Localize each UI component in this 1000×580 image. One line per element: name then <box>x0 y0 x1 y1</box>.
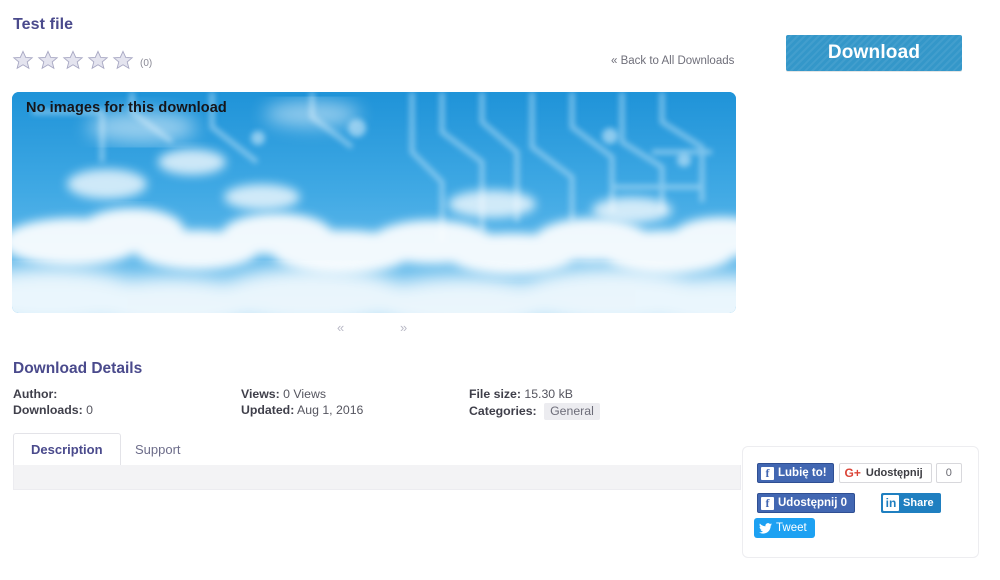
detail-value: Aug 1, 2016 <box>297 403 364 417</box>
detail-value: 0 Views <box>283 387 326 401</box>
social-row-twitter: Tweet <box>754 518 815 538</box>
detail-label: Updated: <box>241 403 295 417</box>
banner-caption: No images for this download <box>26 100 227 116</box>
back-to-all-downloads-link[interactable]: « Back to All Downloads <box>611 55 734 67</box>
detail-views: Views: 0 Views <box>241 387 469 402</box>
twitter-tweet-button[interactable]: Tweet <box>754 518 815 538</box>
gallery-prev-arrow[interactable]: « <box>337 320 344 336</box>
star-icon[interactable] <box>12 49 34 71</box>
star-icon[interactable] <box>62 49 84 71</box>
download-details-grid: Author: Downloads: 0 Views: 0 Views Upda… <box>13 387 743 421</box>
star-rating[interactable]: (0) <box>12 49 152 71</box>
download-details-heading: Download Details <box>13 360 143 377</box>
linkedin-share-label: Share <box>903 497 934 509</box>
linkedin-share-button[interactable]: in Share <box>881 493 941 513</box>
detail-label: Views: <box>241 387 280 401</box>
google-plus-icon: G+ <box>844 466 861 480</box>
twitter-tweet-label: Tweet <box>776 522 807 534</box>
tab-panel-description <box>13 465 741 490</box>
page-title: Test file <box>13 16 74 33</box>
download-button[interactable]: Download <box>786 35 962 71</box>
star-icon[interactable] <box>37 49 59 71</box>
category-badge-general[interactable]: General <box>544 403 600 420</box>
social-row-secondary: f Udostępnij 0 in Share <box>757 493 941 513</box>
social-row-primary: f Lubię to! G+ Udostępnij 0 <box>757 463 962 483</box>
twitter-bird-icon <box>759 522 772 534</box>
content-tabs: Description Support <box>13 433 743 465</box>
detail-author: Author: <box>13 387 241 402</box>
facebook-share-label: Udostępnij 0 <box>778 497 848 509</box>
detail-downloads: Downloads: 0 <box>13 403 241 418</box>
detail-updated: Updated: Aug 1, 2016 <box>241 403 469 418</box>
tab-description[interactable]: Description <box>13 433 121 465</box>
facebook-icon: f <box>761 466 774 480</box>
facebook-like-label: Lubię to! <box>778 467 827 479</box>
details-column-filesize: File size: 15.30 kB Categories: General <box>469 387 743 421</box>
download-detail-page: Test file (0) « Back to All Downloads Do… <box>0 0 1000 580</box>
star-icon[interactable] <box>112 49 134 71</box>
google-plus-count: 0 <box>935 463 962 483</box>
detail-value: 15.30 kB <box>524 387 573 401</box>
detail-categories: Categories: General <box>469 403 743 420</box>
detail-label: File size: <box>469 387 521 401</box>
gallery-next-arrow[interactable]: » <box>400 320 407 336</box>
details-column-views: Views: 0 Views Updated: Aug 1, 2016 <box>241 387 469 421</box>
facebook-share-button[interactable]: f Udostępnij 0 <box>757 493 856 513</box>
google-plus-share-button[interactable]: G+ Udostępnij <box>838 463 932 483</box>
detail-label: Author: <box>13 387 58 401</box>
banner-image: No images for this download <box>12 92 736 313</box>
facebook-like-button[interactable]: f Lubię to! <box>757 463 834 483</box>
linkedin-icon: in <box>883 495 900 511</box>
details-column-author: Author: Downloads: 0 <box>13 387 241 421</box>
gallery-navigation: « » <box>12 320 736 338</box>
detail-value: 0 <box>86 403 93 417</box>
star-icon[interactable] <box>87 49 109 71</box>
cloud-circuit-illustration <box>12 92 736 313</box>
rating-count: (0) <box>140 57 153 69</box>
detail-file-size: File size: 15.30 kB <box>469 387 743 402</box>
detail-label: Downloads: <box>13 403 83 417</box>
tab-support[interactable]: Support <box>117 433 199 465</box>
facebook-icon: f <box>761 496 774 510</box>
detail-label: Categories: <box>469 404 537 418</box>
google-plus-label: Udostępnij <box>865 467 923 479</box>
social-share-box: f Lubię to! G+ Udostępnij 0 f Udostępnij… <box>742 446 979 558</box>
